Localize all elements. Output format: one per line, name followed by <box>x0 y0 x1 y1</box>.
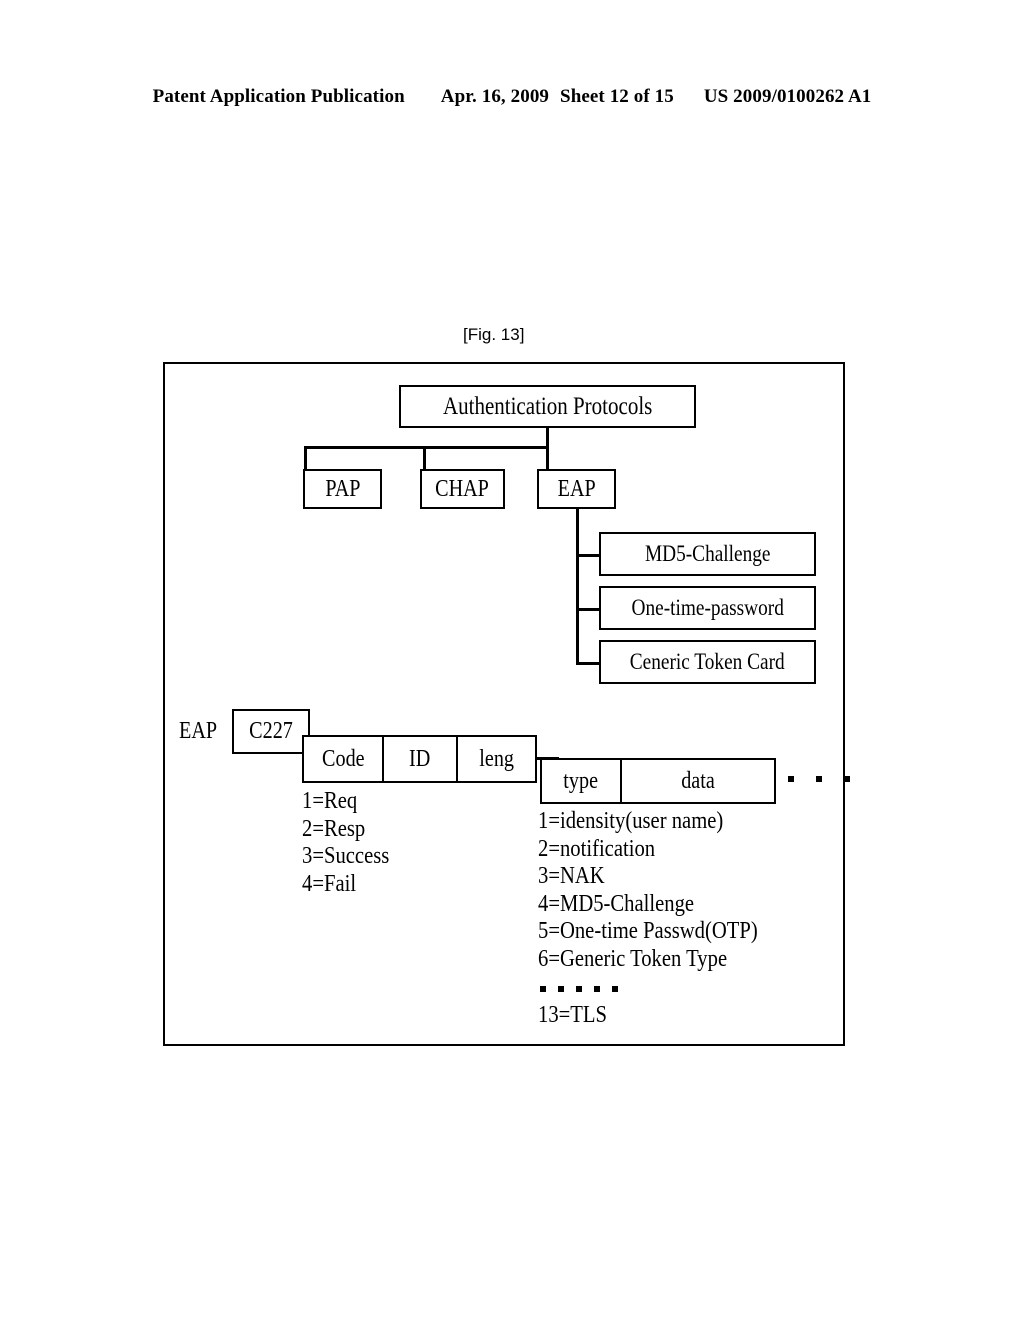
connector-eap-spine <box>576 509 579 662</box>
packet-protocol-label: EAP <box>179 718 224 745</box>
type-legend-item: 4=MD5-Challenge <box>538 890 695 917</box>
page-header: Patent Application Publication Apr. 16, … <box>0 86 1024 108</box>
ellipsis-dot <box>788 776 794 782</box>
box-field-data: data <box>619 758 776 804</box>
ellipsis-dot <box>594 986 600 992</box>
box-authentication-protocols: Authentication Protocols <box>399 385 696 428</box>
publication-label: Patent Application Publication <box>152 86 405 107</box>
box-ethertype-c227: C227 <box>232 709 310 754</box>
code-legend-item: 4=Fail <box>302 870 357 897</box>
box-field-id: ID <box>381 735 459 783</box>
ellipsis-dot <box>540 986 546 992</box>
box-eap: EAP <box>537 469 616 509</box>
code-legend-item: 1=Req <box>302 788 358 814</box>
box-label: ID <box>409 745 431 772</box>
box-ceneric-token-card: Ceneric Token Card <box>599 640 816 684</box>
ellipsis-dot <box>558 986 564 992</box>
box-field-type: type <box>540 758 622 804</box>
box-md5-challenge: MD5-Challenge <box>599 532 816 576</box>
box-label: EAP <box>557 475 596 502</box>
code-legend-item: 2=Resp <box>302 815 366 842</box>
box-one-time-password: One-time-password <box>599 586 816 630</box>
connector-drop-pap <box>304 446 307 469</box>
connector-root-stem <box>546 428 549 448</box>
box-label: C227 <box>249 718 293 744</box>
type-legend-item: 2=notification <box>538 835 656 862</box>
box-label: data <box>680 767 715 794</box>
box-pap: PAP <box>303 469 382 509</box>
type-legend-ellipsis <box>540 986 618 992</box>
code-legend: 1=Req 2=Resp 3=Success 4=Fail <box>302 788 404 898</box>
type-legend-last: 13=TLS <box>538 1002 618 1030</box>
ellipsis-dot <box>844 776 850 782</box>
publication-date: Apr. 16, 2009 <box>440 86 550 107</box>
box-field-leng: leng <box>456 735 537 783</box>
box-label: leng <box>479 745 514 772</box>
sheet-number: Sheet 12 of 15 <box>560 86 674 107</box>
figure-frame: Authentication Protocols PAP CHAP EAP MD… <box>163 362 850 1046</box>
box-label: Code <box>321 745 365 772</box>
box-label: Ceneric Token Card <box>630 649 785 674</box>
box-label: type <box>563 767 599 794</box>
box-chap: CHAP <box>420 469 505 509</box>
ellipsis-dot <box>816 776 822 782</box>
box-label: Authentication Protocols <box>442 392 653 420</box>
patent-number: US 2009/0100262 A1 <box>703 86 872 107</box>
connector-drop-eap <box>546 446 549 469</box>
box-label: MD5-Challenge <box>644 541 771 566</box>
type-legend: 1=idensity(user name) 2=notification 3=N… <box>538 808 794 973</box>
type-legend-item: 13=TLS <box>538 1002 607 1028</box>
figure-caption: [Fig. 13] <box>463 325 525 344</box>
type-legend-item: 1=idensity(user name) <box>538 808 724 834</box>
box-label: PAP <box>324 475 361 502</box>
code-legend-item: 3=Success <box>302 843 390 869</box>
type-legend-item: 5=One-time Passwd(OTP) <box>538 918 758 944</box>
connector-eap-to-token <box>576 662 600 665</box>
box-label: CHAP <box>435 475 490 502</box>
connector-protocol-bus <box>304 446 548 449</box>
box-field-code: Code <box>302 735 384 783</box>
type-legend-item: 6=Generic Token Type <box>538 945 728 972</box>
type-legend-item: 3=NAK <box>538 863 605 889</box>
connector-eap-to-md5 <box>576 554 600 557</box>
packet-trailing-ellipsis <box>788 776 850 782</box>
ellipsis-dot <box>576 986 582 992</box>
ellipsis-dot <box>612 986 618 992</box>
label-text: EAP <box>179 718 218 744</box>
connector-eap-to-otp <box>576 608 600 611</box>
connector-drop-chap <box>423 446 426 469</box>
box-label: One-time-password <box>631 595 784 620</box>
